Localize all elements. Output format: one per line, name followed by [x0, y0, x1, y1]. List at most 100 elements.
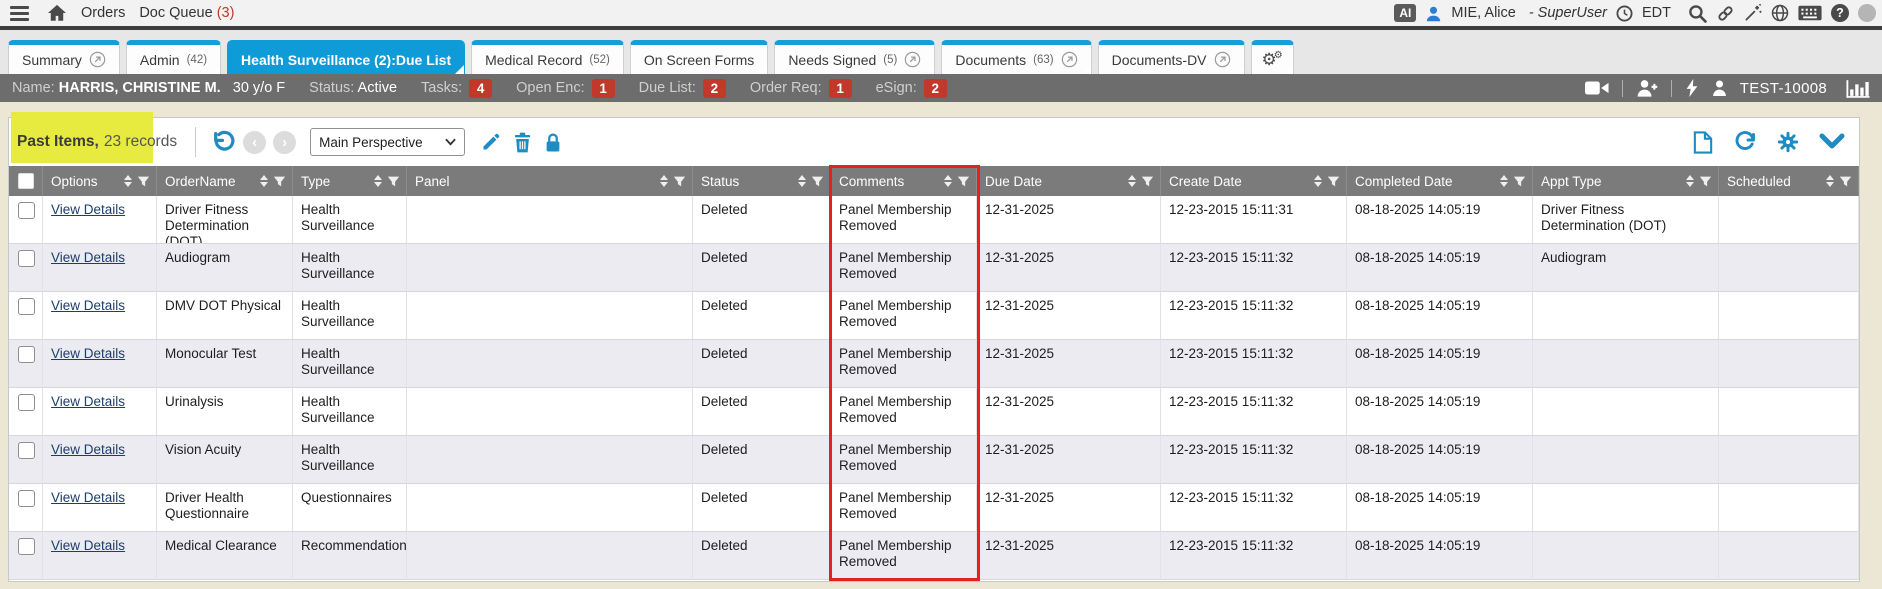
search-icon[interactable] [1688, 4, 1707, 23]
sort-icon[interactable] [1314, 175, 1322, 187]
trash-icon[interactable] [513, 132, 532, 153]
tab-on-screen-forms[interactable]: On Screen Forms [630, 40, 768, 74]
filter-funnel-icon[interactable] [1327, 175, 1340, 188]
tab-medical-record[interactable]: Medical Record(52) [471, 40, 624, 74]
new-document-icon[interactable] [1693, 131, 1713, 154]
view-details-link[interactable]: View Details [51, 442, 125, 457]
globe-icon[interactable] [1771, 4, 1789, 22]
view-details-link[interactable]: View Details [51, 298, 125, 313]
filter-funnel-icon[interactable] [957, 175, 970, 188]
column-header-due-date[interactable]: Due Date [977, 166, 1161, 196]
video-camera-icon[interactable] [1585, 80, 1609, 96]
filter-funnel-icon[interactable] [1699, 175, 1712, 188]
tab-summary[interactable]: Summary [8, 40, 120, 74]
undo-icon[interactable] [211, 130, 236, 155]
sort-icon[interactable] [374, 175, 382, 187]
ai-badge[interactable]: AI [1394, 4, 1416, 22]
filter-funnel-icon[interactable] [387, 175, 400, 188]
column-header-panel[interactable]: Panel [407, 166, 693, 196]
sort-icon[interactable] [1686, 175, 1694, 187]
row-checkbox[interactable] [18, 202, 35, 219]
refresh-icon[interactable] [1733, 130, 1757, 154]
tab-health-surveillance-2-due-list[interactable]: Health Surveillance (2):Due List [227, 40, 465, 74]
filter-funnel-icon[interactable] [673, 175, 686, 188]
row-checkbox[interactable] [18, 394, 35, 411]
counter-open-enc[interactable]: Open Enc:1 [516, 79, 615, 98]
counter-tasks[interactable]: Tasks:4 [421, 79, 492, 98]
keyboard-icon[interactable] [1798, 5, 1822, 21]
link-icon[interactable] [1716, 4, 1735, 23]
column-header-status[interactable]: Status [693, 166, 831, 196]
person-icon[interactable] [1712, 80, 1727, 96]
tab-settings-gear[interactable]: ⚙⚙ [1251, 40, 1294, 74]
column-header-appt-type[interactable]: Appt Type [1533, 166, 1719, 196]
help-icon[interactable]: ? [1831, 4, 1849, 22]
tab-needs-signed[interactable]: Needs Signed(5) [774, 40, 935, 74]
column-header-create-date[interactable]: Create Date [1161, 166, 1347, 196]
nav-forward-icon[interactable]: › [273, 131, 296, 154]
sort-icon[interactable] [1500, 175, 1508, 187]
nav-back-icon[interactable]: ‹ [243, 131, 266, 154]
view-details-link[interactable]: View Details [51, 490, 125, 505]
filter-funnel-icon[interactable] [811, 175, 824, 188]
avatar[interactable] [1858, 4, 1876, 22]
clock-icon[interactable] [1616, 5, 1633, 22]
sort-icon[interactable] [1128, 175, 1136, 187]
row-checkbox[interactable] [18, 538, 35, 555]
external-link-icon[interactable] [904, 51, 921, 68]
lock-icon[interactable] [544, 132, 562, 153]
hamburger-menu-icon[interactable] [6, 4, 33, 23]
tab-documents[interactable]: Documents(63) [941, 40, 1091, 74]
select-all-checkbox-cell[interactable] [9, 166, 43, 196]
row-checkbox[interactable] [18, 250, 35, 267]
person-add-icon[interactable] [1636, 79, 1658, 97]
external-link-icon[interactable] [1061, 51, 1078, 68]
timezone-label[interactable]: EDT [1642, 5, 1671, 21]
wand-icon[interactable] [1744, 4, 1762, 22]
counter-esign[interactable]: eSign:2 [876, 79, 947, 98]
select-all-checkbox[interactable] [18, 173, 34, 189]
external-link-icon[interactable] [89, 51, 106, 68]
column-header-scheduled[interactable]: Scheduled [1719, 166, 1859, 196]
column-header-comments[interactable]: Comments [831, 166, 977, 196]
filter-funnel-icon[interactable] [1839, 175, 1852, 188]
perspective-select[interactable]: Main Perspective [310, 128, 465, 156]
patient-id[interactable]: TEST-10008 [1740, 80, 1827, 97]
breadcrumb-orders[interactable]: Orders [81, 5, 125, 21]
filter-funnel-icon[interactable] [273, 175, 286, 188]
external-link-icon[interactable] [1214, 51, 1231, 68]
column-header-completed-date[interactable]: Completed Date [1347, 166, 1533, 196]
tab-documents-dv[interactable]: Documents-DV [1098, 40, 1245, 74]
sort-icon[interactable] [798, 175, 806, 187]
pencil-icon[interactable] [481, 132, 501, 152]
counter-due-list[interactable]: Due List:2 [639, 79, 726, 98]
column-header-ordername[interactable]: OrderName [157, 166, 293, 196]
view-details-link[interactable]: View Details [51, 346, 125, 361]
row-checkbox[interactable] [18, 298, 35, 315]
row-checkbox[interactable] [18, 490, 35, 507]
chevron-down-icon[interactable] [1819, 132, 1845, 152]
home-icon[interactable] [47, 4, 67, 22]
sort-icon[interactable] [660, 175, 668, 187]
filter-funnel-icon[interactable] [137, 175, 150, 188]
view-details-link[interactable]: View Details [51, 250, 125, 265]
sort-icon[interactable] [944, 175, 952, 187]
gear-icon[interactable] [1777, 131, 1799, 153]
filter-funnel-icon[interactable] [1513, 175, 1526, 188]
user-name[interactable]: MIE, Alice [1451, 5, 1515, 21]
breadcrumb-doc-queue[interactable]: Doc Queue (3) [139, 5, 234, 21]
counter-order-req[interactable]: Order Req:1 [750, 79, 852, 98]
view-details-link[interactable]: View Details [51, 394, 125, 409]
view-details-link[interactable]: View Details [51, 202, 125, 217]
sort-icon[interactable] [1826, 175, 1834, 187]
filter-funnel-icon[interactable] [1141, 175, 1154, 188]
tab-admin[interactable]: Admin(42) [126, 40, 221, 74]
row-checkbox[interactable] [18, 346, 35, 363]
column-header-options[interactable]: Options [43, 166, 157, 196]
sort-icon[interactable] [124, 175, 132, 187]
view-details-link[interactable]: View Details [51, 538, 125, 553]
bar-chart-icon[interactable] [1846, 79, 1870, 98]
column-header-type[interactable]: Type [293, 166, 407, 196]
row-checkbox[interactable] [18, 442, 35, 459]
sort-icon[interactable] [260, 175, 268, 187]
